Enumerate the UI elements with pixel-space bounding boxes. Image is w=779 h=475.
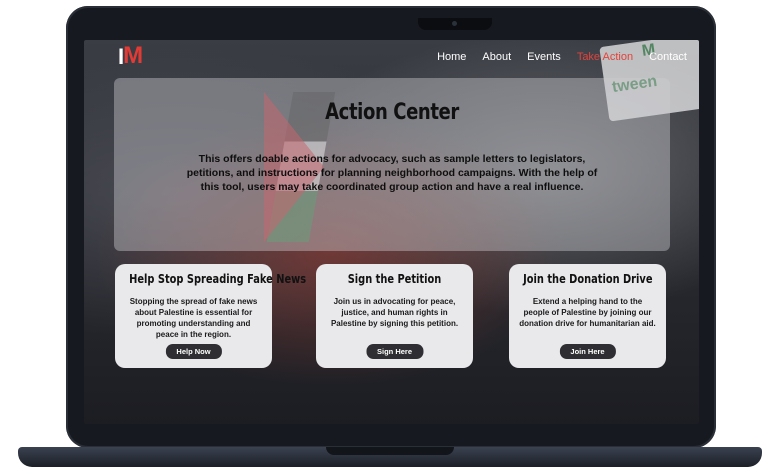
- website-screen: tween M IM Home About Events Take Action…: [84, 40, 699, 424]
- card-title: Sign the Petition: [347, 272, 442, 286]
- nav-link-contact[interactable]: Contact: [649, 51, 687, 63]
- card-text: Extend a helping hand to the people of P…: [519, 297, 656, 328]
- nav-link-take-action[interactable]: Take Action: [577, 51, 633, 63]
- join-here-button[interactable]: Join Here: [559, 344, 616, 359]
- card-petition: Sign the Petition Join us in advocating …: [316, 264, 473, 368]
- nav-link-about[interactable]: About: [482, 51, 511, 63]
- laptop-opening-notch: [326, 447, 454, 455]
- nav-links: Home About Events Take Action Contact: [437, 51, 687, 63]
- sign-here-button[interactable]: Sign Here: [365, 344, 424, 359]
- logo-mark: M: [123, 42, 143, 69]
- page-description: This offers doable actions for advocacy,…: [186, 153, 598, 193]
- nav-link-home[interactable]: Home: [437, 51, 466, 63]
- help-now-button[interactable]: Help Now: [165, 344, 222, 359]
- card-text: Stopping the spread of fake news about P…: [129, 297, 258, 339]
- action-center-panel: Action Center This offers doable actions…: [114, 78, 670, 251]
- page-title: Action Center: [325, 100, 459, 125]
- camera-notch: [418, 18, 492, 30]
- card-fake-news: Help Stop Spreading Fake News Stopping t…: [115, 264, 307, 368]
- nav-link-events[interactable]: Events: [527, 51, 561, 63]
- site-logo[interactable]: IM: [118, 42, 143, 70]
- card-title: Help Stop Spreading Fake News: [129, 272, 307, 286]
- card-text: Join us in advocating for peace, justice…: [330, 297, 459, 328]
- card-title: Join the Donation Drive: [523, 272, 653, 286]
- card-donation-drive: Join the Donation Drive Extend a helping…: [509, 264, 666, 368]
- top-navigation: IM Home About Events Take Action Contact: [84, 40, 699, 78]
